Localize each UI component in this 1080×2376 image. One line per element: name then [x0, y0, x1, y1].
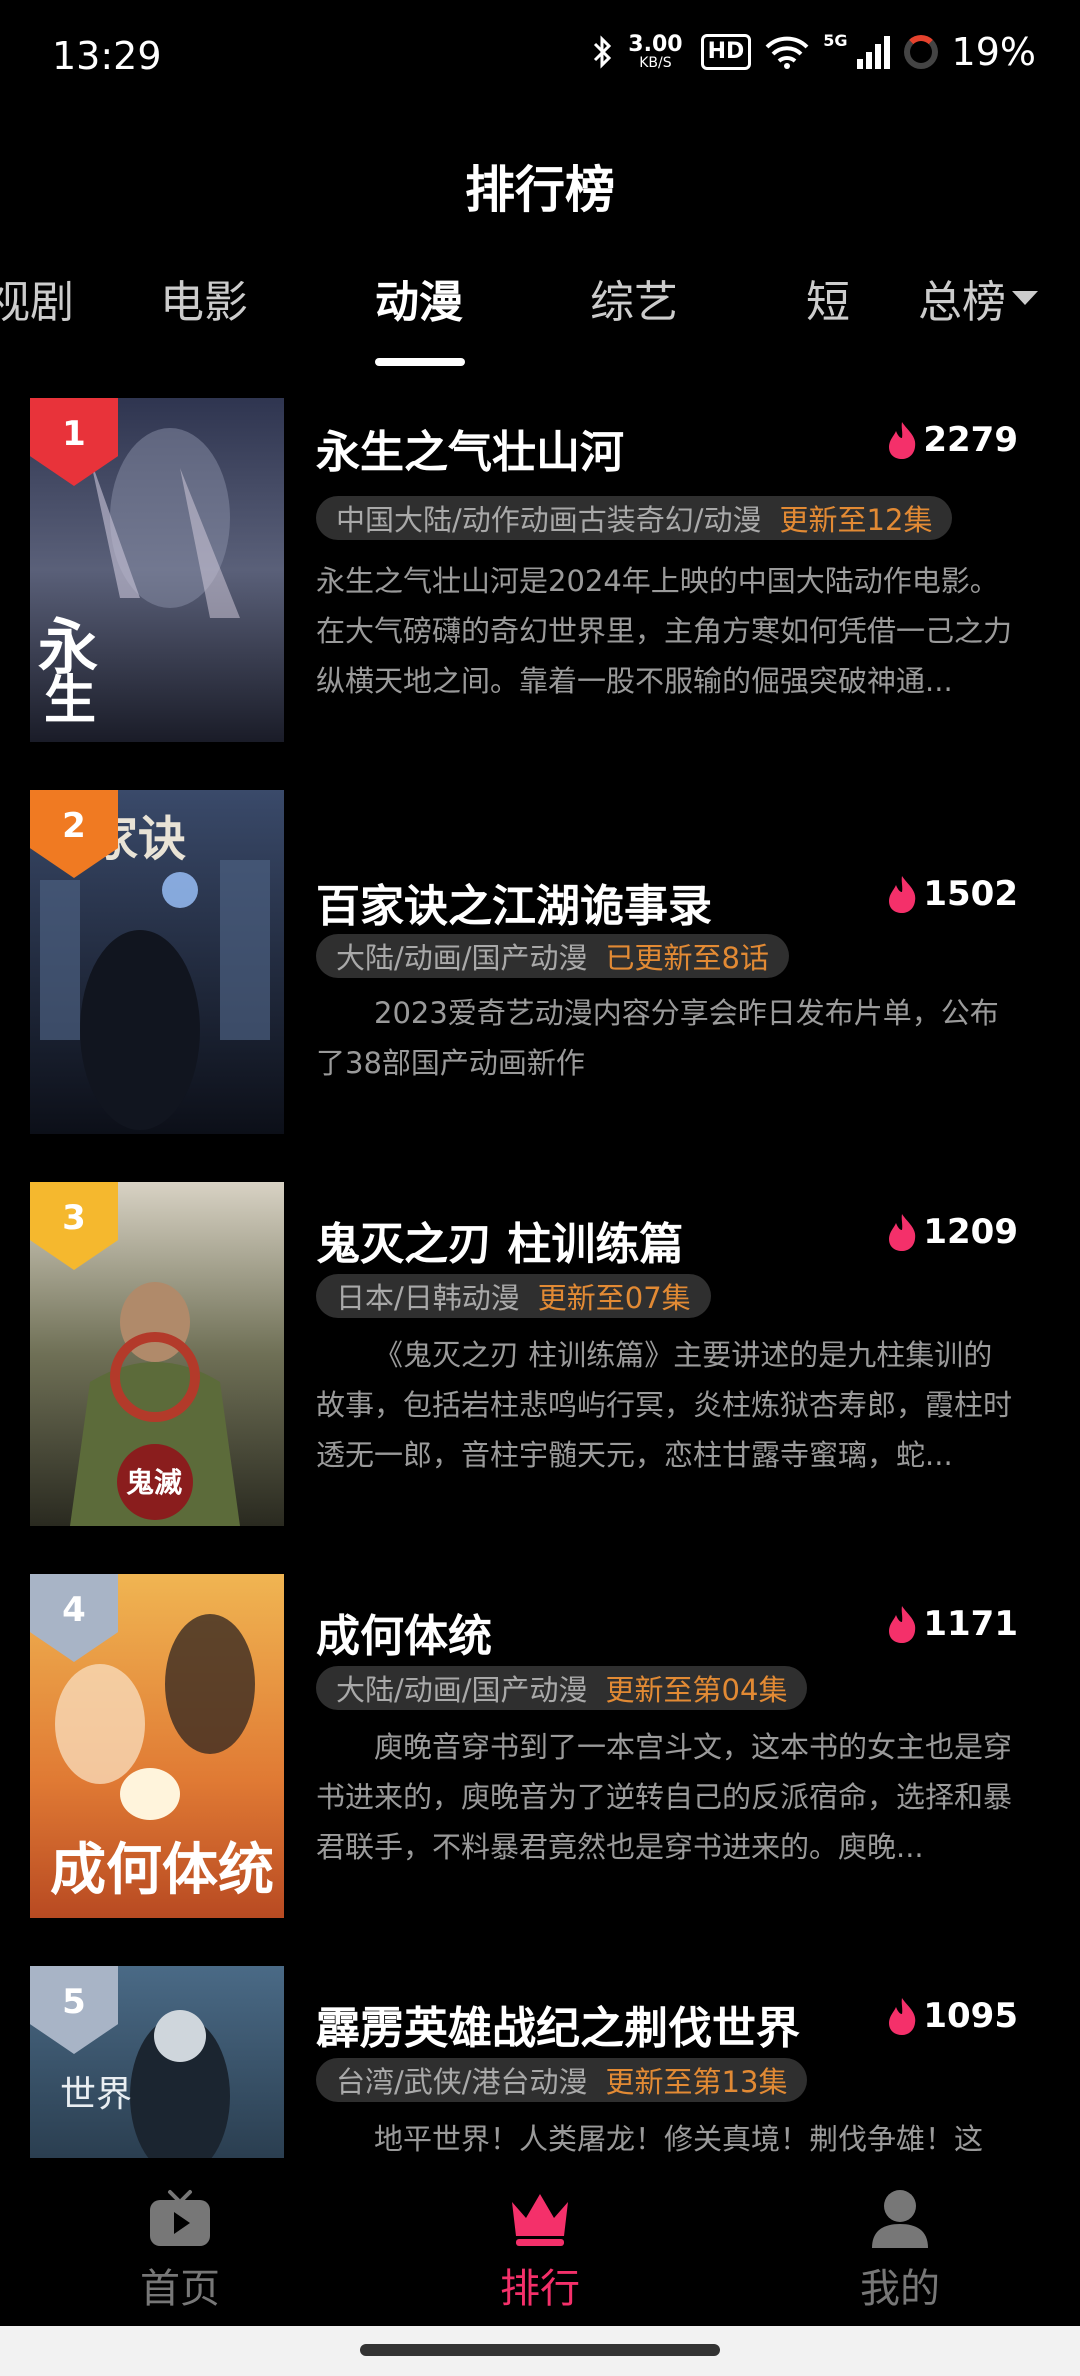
update-status: 更新至第13集	[605, 2065, 788, 2099]
item-title[interactable]: 永生之气壮山河	[316, 416, 624, 480]
poster-image[interactable]: 世界 5	[30, 1966, 284, 2158]
battery-icon	[903, 35, 938, 69]
item-title[interactable]: 霹雳英雄战纪之刜伐世界	[316, 1992, 800, 2056]
chevron-down-icon	[1012, 291, 1038, 305]
page-title: 排行榜	[465, 161, 615, 219]
tab-anime[interactable]: 动漫	[375, 266, 463, 330]
heat-value: 1502	[923, 874, 1018, 914]
tag-pill: 中国大陆/动作动画古装奇幻/动漫 更新至12集	[316, 496, 953, 540]
poster-image[interactable]: 永 生 1	[30, 398, 284, 742]
heat-value: 1171	[923, 1604, 1018, 1644]
tv-play-icon	[150, 2190, 210, 2246]
tag-pill: 大陆/动画/国产动漫 已更新至8话	[316, 934, 789, 978]
item-description: 2023爱奇艺动漫内容分享会昨日发布片单，公布了38部国产动画新作	[316, 996, 999, 1080]
poster-image[interactable]: 鬼滅 3	[30, 1182, 284, 1526]
heat-score: 1095	[885, 1996, 1018, 2036]
bluetooth-icon	[594, 35, 612, 69]
ranking-item[interactable]: 鬼滅 3 鬼灭之刃 柱训练篇 1209 日本/日韩动漫 更新至07集 《鬼灭之刃…	[0, 1182, 1080, 1574]
heat-score: 2279	[885, 420, 1018, 460]
ranking-item[interactable]: 永 生 1 永生之气壮山河 2279 中国大陆/动作动画古装奇幻/动漫 更新至1…	[0, 398, 1080, 790]
genre-tags: 大陆/动画/国产动漫	[336, 941, 588, 975]
network-speed: 3.00 KB/S	[628, 32, 683, 71]
svg-text:生: 生	[44, 670, 96, 731]
network-type: 5G	[823, 30, 848, 50]
status-bar: 13:29 3.00 KB/S HD 5G 19%	[0, 0, 1080, 120]
update-status: 更新至12集	[779, 503, 933, 537]
item-title[interactable]: 百家诀之江湖诡事录	[316, 870, 712, 934]
genre-tags: 中国大陆/动作动画古装奇幻/动漫	[336, 503, 762, 537]
ranking-item[interactable]: 成何体统 4 成何体统 1171 大陆/动画/国产动漫 更新至第04集 庾晚音穿…	[0, 1574, 1080, 1966]
status-time: 13:29	[52, 34, 162, 78]
sort-label: 总榜	[918, 277, 1006, 328]
wifi-icon	[765, 36, 809, 69]
tag-pill: 日本/日韩动漫 更新至07集	[316, 1274, 711, 1318]
status-icons: 3.00 KB/S HD 5G 19%	[592, 30, 1036, 74]
svg-text:成何体统: 成何体统	[50, 1837, 274, 1903]
signal-icon	[856, 36, 890, 69]
category-tabs: 视剧 电影 动漫 综艺 短 总榜	[0, 258, 1080, 368]
battery-level: 19%	[951, 30, 1036, 74]
crown-icon	[512, 2194, 568, 2246]
nav-profile-label: 我的	[860, 2266, 940, 2312]
item-description: 《鬼灭之刃 柱训练篇》主要讲述的是九柱集训的故事，包括岩柱悲鸣屿行冥，炎柱炼狱杏…	[316, 1338, 1013, 1472]
update-status: 已更新至8话	[605, 941, 769, 975]
flame-icon	[889, 422, 916, 459]
item-title[interactable]: 成何体统	[316, 1600, 492, 1664]
tab-variety[interactable]: 综艺	[590, 266, 678, 330]
heat-value: 1209	[923, 1212, 1018, 1252]
svg-text:鬼滅: 鬼滅	[126, 1466, 182, 1499]
nav-home[interactable]: 首页	[70, 2188, 290, 2314]
flame-icon	[889, 1214, 916, 1251]
bottom-nav: 首页 排行 我的	[0, 2158, 1080, 2326]
active-tab-indicator	[375, 358, 465, 366]
item-title[interactable]: 鬼灭之刃 柱训练篇	[316, 1208, 683, 1272]
item-description: 地平世界！人类屠龙！修关真境！刜伐争雄！这	[374, 2122, 984, 2156]
ranking-item[interactable]: 家诀 2 百家诀之江湖诡事录 1502 大陆/动画/国产动漫 已更新至8话 20…	[0, 790, 1080, 1182]
gesture-bar	[0, 2326, 1080, 2376]
heat-score: 1171	[885, 1604, 1018, 1644]
update-status: 更新至第04集	[605, 1673, 788, 1707]
hd-icon: HD	[700, 34, 752, 70]
ranking-item[interactable]: 世界 5 霹雳英雄战纪之刜伐世界 1095 台湾/武侠/港台动漫 更新至第13集…	[0, 1966, 1080, 2158]
flame-icon	[889, 876, 916, 913]
nav-ranking-label: 排行	[500, 2266, 580, 2312]
flame-icon	[889, 1998, 916, 2035]
tag-pill: 台湾/武侠/港台动漫 更新至第13集	[316, 2058, 808, 2102]
home-indicator[interactable]	[360, 2344, 720, 2356]
genre-tags: 日本/日韩动漫	[336, 1281, 520, 1315]
nav-profile[interactable]: 我的	[790, 2188, 1010, 2314]
genre-tags: 台湾/武侠/港台动漫	[336, 2065, 588, 2099]
svg-text:世界: 世界	[60, 2074, 132, 2115]
tag-pill: 大陆/动画/国产动漫 更新至第04集	[316, 1666, 808, 1710]
flame-icon	[889, 1606, 916, 1643]
tab-movie[interactable]: 电影	[160, 266, 248, 330]
genre-tags: 大陆/动画/国产动漫	[336, 1673, 588, 1707]
heat-score: 1502	[885, 874, 1018, 914]
ranking-list: 永 生 1 永生之气壮山河 2279 中国大陆/动作动画古装奇幻/动漫 更新至1…	[0, 398, 1080, 2158]
tab-tv[interactable]: 视剧	[0, 266, 74, 330]
heat-value: 1095	[923, 1996, 1018, 2036]
update-status: 更新至07集	[537, 1281, 691, 1315]
item-description: 永生之气壮山河是2024年上映的中国大陆动作电影。在大气磅礴的奇幻世界里，主角方…	[316, 564, 1013, 698]
poster-image[interactable]: 成何体统 4	[30, 1574, 284, 1918]
person-icon	[872, 2190, 928, 2248]
nav-home-label: 首页	[140, 2266, 220, 2312]
item-description: 庾晚音穿书到了一本宫斗文，这本书的女主也是穿书进来的，庾晚音为了逆转自己的反派宿…	[316, 1730, 1013, 1864]
nav-ranking[interactable]: 排行	[430, 2188, 650, 2314]
tab-short[interactable]: 短	[806, 266, 850, 330]
sort-dropdown[interactable]: 总榜	[918, 266, 1038, 330]
poster-image[interactable]: 家诀 2	[30, 790, 284, 1134]
heat-score: 1209	[885, 1212, 1018, 1252]
heat-value: 2279	[923, 420, 1018, 460]
